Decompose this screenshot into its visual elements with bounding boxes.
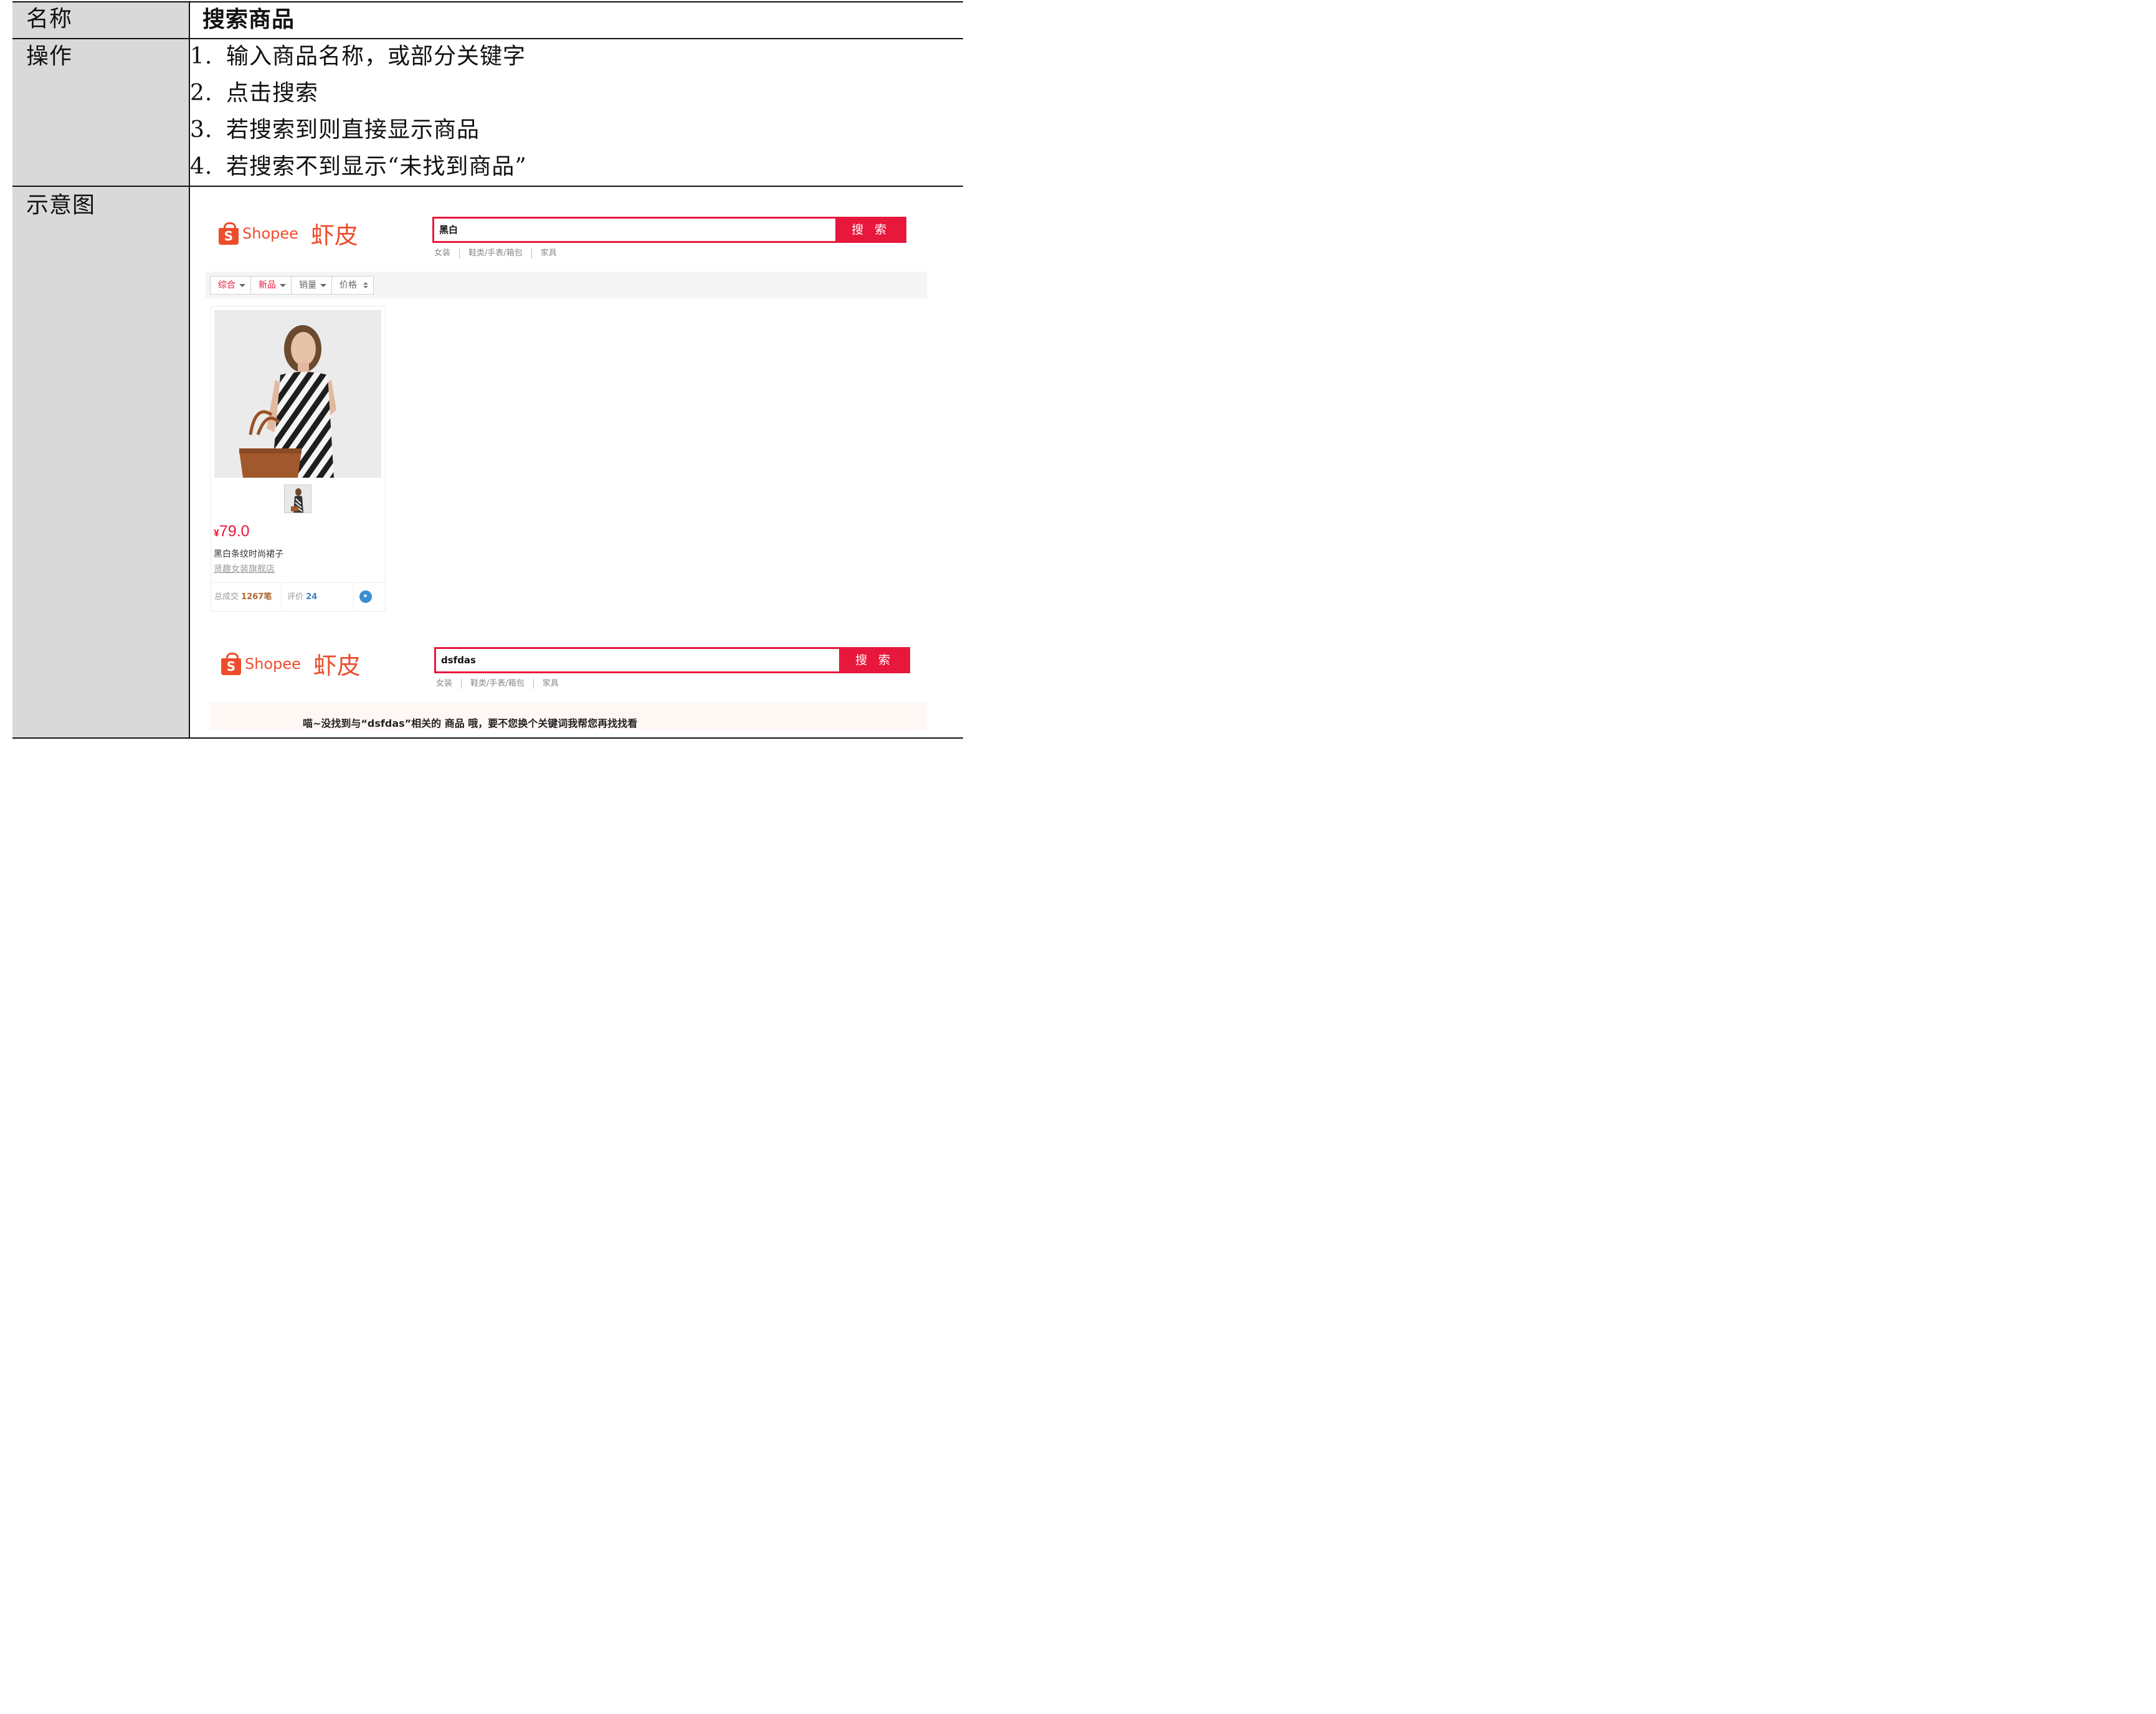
row-name-value: 搜索商品 (202, 6, 295, 32)
hot-link[interactable]: 鞋类/手表/箱包 (468, 249, 523, 258)
step-number: 3. (190, 117, 213, 143)
step-number: 1. (190, 44, 213, 69)
filter-new[interactable]: 新品 (251, 277, 292, 294)
hot-link[interactable]: 女装 (434, 249, 450, 258)
row-ops-label: 操作 (26, 44, 73, 69)
search-button[interactable]: 搜 索 (835, 217, 906, 243)
logo-wordmark: Shopee (245, 655, 301, 673)
logo-wordmark: Shopee (242, 224, 298, 242)
step-item: 4. 若搜索不到显示“未找到商品” (190, 156, 527, 178)
step-text: 若搜索不到显示“未找到商品” (226, 154, 527, 179)
shopee-bag-icon: S (219, 222, 239, 245)
product-title[interactable]: 黑白条纹时尚裙子 (214, 548, 283, 561)
search-box: dsfdas 搜 索 (434, 647, 910, 673)
column-divider (189, 1, 190, 739)
sales-count: 总成交 1267笔 (214, 592, 272, 602)
shop-link[interactable]: 贤趣女装旗舰店 (214, 563, 275, 575)
hot-link[interactable]: 女装 (436, 679, 452, 689)
row-divider (12, 186, 963, 187)
search-button[interactable]: 搜 索 (839, 647, 910, 673)
shopee-logo[interactable]: S Shopee 虾皮 (221, 646, 361, 681)
row-divider (12, 38, 963, 39)
hot-link[interactable]: 家具 (543, 679, 559, 689)
hot-link[interactable]: 鞋类/手表/箱包 (470, 679, 525, 689)
search-box: 黑白 搜 索 (432, 217, 906, 243)
hot-link[interactable]: 家具 (541, 249, 557, 258)
step-item: 1. 输入商品名称，或部分关键字 (190, 45, 526, 68)
step-text: 点击搜索 (226, 80, 319, 106)
product-price: ¥79.0 (214, 523, 250, 540)
shopee-logo[interactable]: S Shopee 虾皮 (219, 216, 358, 250)
caret-down-icon (280, 283, 286, 287)
review-count[interactable]: 评价 24 (287, 583, 317, 611)
logo-chinese: 虾皮 (313, 652, 361, 679)
table-bottom-border (12, 737, 963, 739)
shopee-bag-icon: S (221, 652, 241, 675)
not-found-message: 喵~没找到与“dsfdas”相关的 商品 哦，要不您换个关键词我帮您再找找看 (303, 717, 638, 729)
hot-keywords: 女装 鞋类/手表/箱包 家具 (434, 249, 557, 258)
row-figure-label: 示意图 (26, 192, 96, 218)
label-column-bg (12, 1, 189, 739)
caret-down-icon (320, 283, 326, 287)
search-input[interactable]: dsfdas (441, 649, 476, 672)
step-text: 输入商品名称，或部分关键字 (226, 44, 526, 69)
filter-comprehensive[interactable]: 综合 (211, 277, 251, 294)
filter-price[interactable]: 价格 (332, 277, 373, 294)
search-input[interactable]: 黑白 (439, 219, 458, 242)
sort-updown-icon (363, 282, 368, 288)
product-stats: 总成交 1267笔 评价 24 (211, 582, 385, 611)
step-item: 2. 点击搜索 (190, 82, 318, 105)
filter-sales[interactable]: 销量 (292, 277, 332, 294)
caret-down-icon (239, 283, 245, 287)
table-top-border (12, 1, 963, 2)
not-found-banner: 喵~没找到与“dsfdas”相关的 商品 哦，要不您换个关键词我帮您再找找看 (211, 703, 926, 730)
product-card[interactable]: ¥79.0 黑白条纹时尚裙子 贤趣女装旗舰店 总成交 1267笔 评价 24 (211, 306, 386, 612)
logo-chinese: 虾皮 (310, 222, 358, 249)
chat-icon[interactable] (359, 590, 372, 603)
product-thumbnail[interactable] (284, 485, 311, 513)
step-item: 3. 若搜索到则直接显示商品 (190, 119, 480, 141)
step-number: 4. (190, 154, 213, 179)
spec-table (12, 1, 963, 739)
row-name-label: 名称 (26, 6, 73, 32)
step-number: 2. (190, 80, 213, 106)
hot-keywords: 女装 鞋类/手表/箱包 家具 (436, 679, 559, 689)
step-text: 若搜索到则直接显示商品 (226, 117, 480, 143)
product-image[interactable] (214, 310, 381, 478)
sort-filter-bar: 综合 新品 销量 价格 (206, 272, 927, 298)
